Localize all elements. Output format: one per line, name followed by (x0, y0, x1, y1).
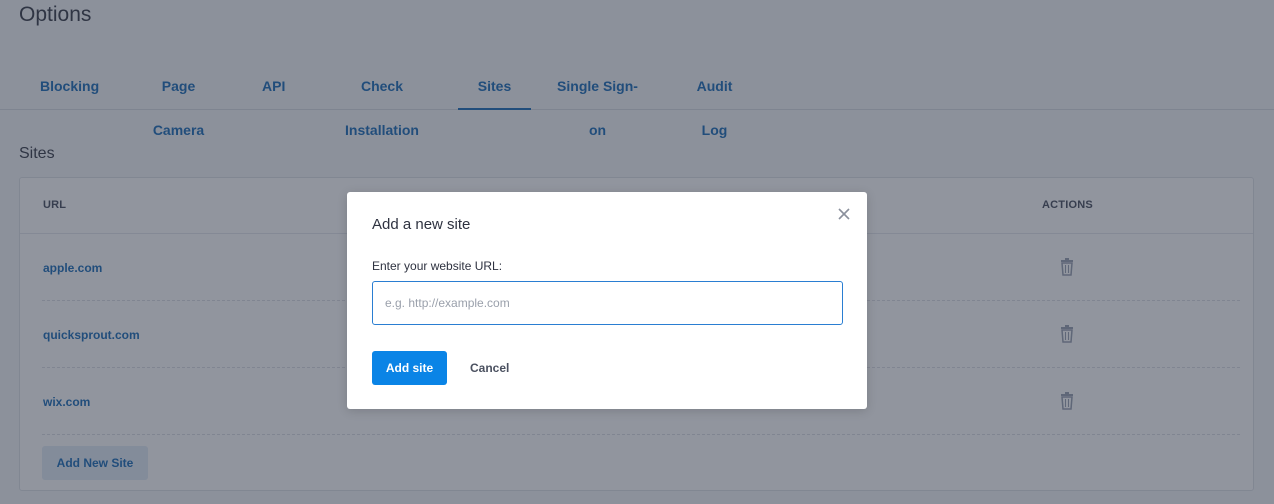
dialog-title: Add a new site (372, 216, 471, 233)
add-site-dialog: Add a new site Enter your website URL: A… (347, 192, 867, 409)
close-icon[interactable] (837, 207, 851, 221)
url-field-label: Enter your website URL: (372, 259, 503, 273)
cancel-button[interactable]: Cancel (470, 351, 509, 385)
website-url-input[interactable] (372, 281, 843, 325)
add-site-button[interactable]: Add site (372, 351, 447, 385)
